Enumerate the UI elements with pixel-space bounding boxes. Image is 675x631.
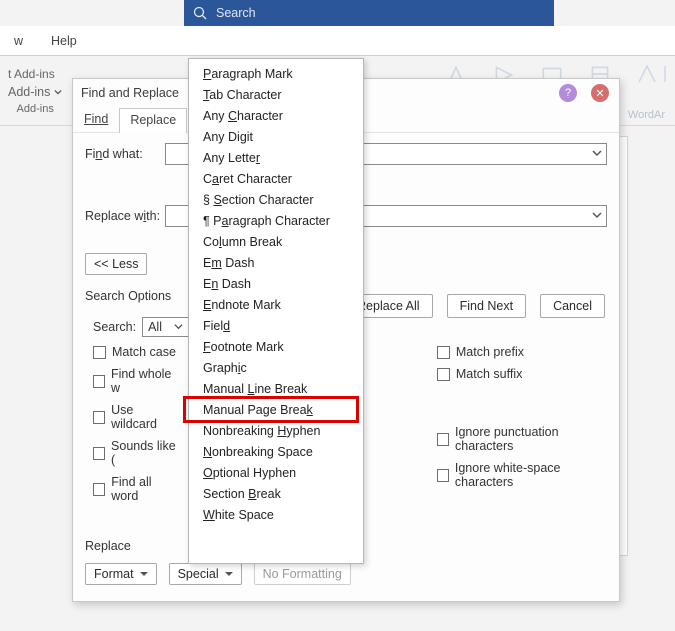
close-button[interactable]: ✕	[591, 84, 609, 102]
menu-item[interactable]: Nonbreaking Hyphen	[189, 420, 363, 441]
menu-item[interactable]: Endnote Mark	[189, 294, 363, 315]
checkbox-icon	[93, 483, 105, 496]
get-addins-button[interactable]: t Add-ins	[8, 67, 62, 81]
option-checkbox[interactable]: Match case	[93, 345, 177, 359]
menu-item[interactable]: Manual Line Break	[189, 378, 363, 399]
dialog-title: Find and Replace	[81, 86, 179, 100]
menu-item[interactable]: Manual Page Break	[189, 399, 363, 420]
my-addins-button[interactable]: Add-ins	[8, 85, 62, 99]
tell-me-search[interactable]: Search	[184, 0, 554, 26]
tab-replace[interactable]: Replace	[119, 108, 187, 133]
menu-item[interactable]: Column Break	[189, 231, 363, 252]
menu-item[interactable]: Paragraph Mark	[189, 63, 363, 84]
chevron-down-icon	[54, 85, 62, 99]
less-button[interactable]: << Less	[85, 253, 147, 275]
menu-item[interactable]: Any Letter	[189, 147, 363, 168]
find-what-label: Find what:	[85, 147, 165, 161]
checkbox-icon	[437, 368, 450, 381]
option-checkbox[interactable]: Ignore white-space characters	[437, 461, 607, 489]
menu-item[interactable]: Optional Hyphen	[189, 462, 363, 483]
tab-help[interactable]: Help	[37, 34, 91, 48]
format-button[interactable]: Format	[85, 563, 157, 585]
option-checkbox[interactable]: Find all word	[93, 475, 177, 503]
checkbox-icon	[93, 375, 105, 388]
search-direction-select[interactable]: All	[142, 317, 189, 337]
tab-view-fragment[interactable]: w	[0, 34, 37, 48]
search-placeholder: Search	[216, 6, 256, 20]
special-button[interactable]: Special	[169, 563, 242, 585]
checkbox-icon	[93, 447, 105, 460]
option-checkbox[interactable]: Use wildcard	[93, 403, 177, 431]
option-checkbox[interactable]: Match prefix	[437, 345, 607, 359]
search-direction-label: Search:	[93, 320, 136, 334]
menu-item[interactable]: § Section Character	[189, 189, 363, 210]
chevron-down-icon	[592, 147, 602, 161]
replace-with-label: Replace with:	[85, 209, 165, 223]
search-icon	[192, 5, 208, 21]
tab-find[interactable]: Find	[73, 107, 119, 132]
menu-item[interactable]: White Space	[189, 504, 363, 525]
checkbox-icon	[93, 346, 106, 359]
ribbon-tabs: w Help	[0, 26, 675, 56]
checkbox-icon	[93, 411, 105, 424]
wordart-label: WordAr	[628, 109, 665, 121]
menu-item[interactable]: Field	[189, 315, 363, 336]
no-formatting-button[interactable]: No Formatting	[254, 563, 351, 585]
checkbox-icon	[437, 346, 450, 359]
menu-item[interactable]: Em Dash	[189, 252, 363, 273]
menu-item[interactable]: Graphic	[189, 357, 363, 378]
cancel-button[interactable]: Cancel	[540, 294, 605, 318]
chevron-down-icon	[592, 209, 602, 223]
menu-item[interactable]: En Dash	[189, 273, 363, 294]
wordart-icon	[635, 62, 669, 92]
ribbon-group-addins: Add-ins	[8, 103, 62, 115]
option-checkbox[interactable]: Match suffix	[437, 367, 607, 381]
option-checkbox[interactable]: Find whole w	[93, 367, 177, 395]
menu-item[interactable]: Nonbreaking Space	[189, 441, 363, 462]
special-characters-menu: Paragraph MarkTab CharacterAny Character…	[188, 58, 364, 564]
menu-item[interactable]: ¶ Paragraph Character	[189, 210, 363, 231]
menu-item[interactable]: Any Digit	[189, 126, 363, 147]
menu-item[interactable]: Caret Character	[189, 168, 363, 189]
find-next-button[interactable]: Find Next	[447, 294, 527, 318]
chevron-down-icon	[174, 320, 183, 334]
option-checkbox[interactable]: Ignore punctuation characters	[437, 425, 607, 453]
menu-item[interactable]: Footnote Mark	[189, 336, 363, 357]
menu-item[interactable]: Any Character	[189, 105, 363, 126]
menu-item[interactable]: Section Break	[189, 483, 363, 504]
help-button[interactable]: ?	[559, 84, 577, 102]
menu-item[interactable]: Tab Character	[189, 84, 363, 105]
checkbox-icon	[437, 433, 449, 446]
checkbox-icon	[437, 469, 449, 482]
option-checkbox[interactable]: Sounds like (	[93, 439, 177, 467]
